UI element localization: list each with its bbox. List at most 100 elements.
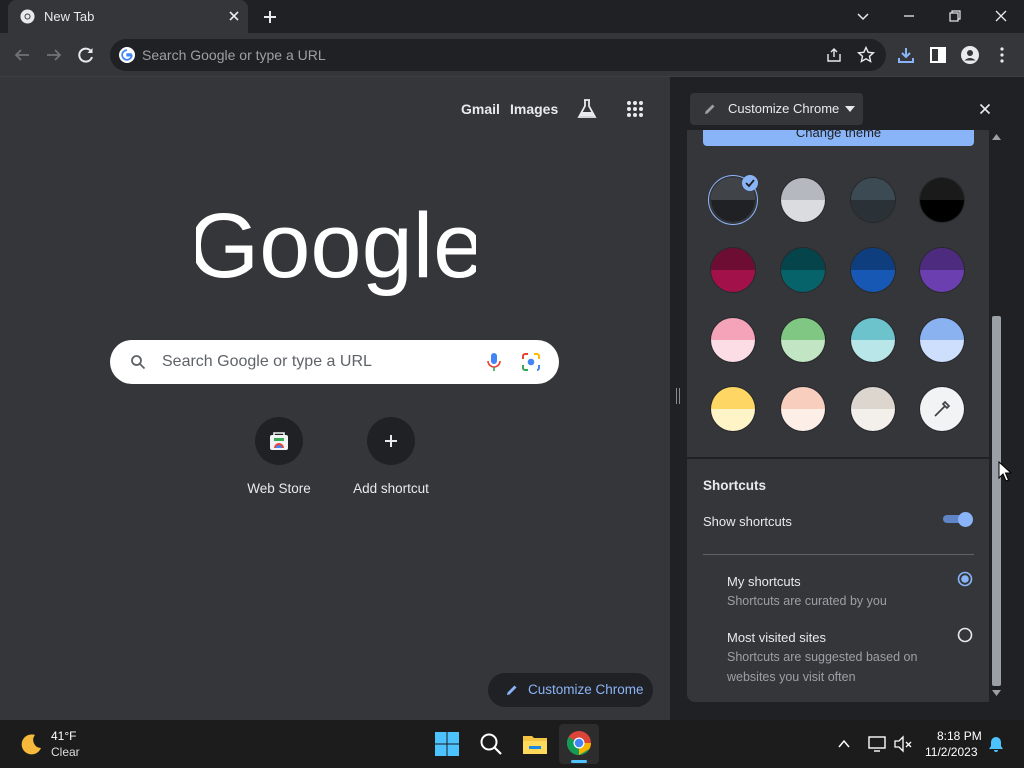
color-swatch-violet[interactable]: [920, 248, 964, 292]
chrome-favicon-icon: [20, 9, 35, 24]
color-swatch-custom-color-picker[interactable]: [920, 387, 964, 431]
omnibox-input[interactable]: [142, 39, 822, 71]
voice-search-mic-icon[interactable]: [484, 351, 504, 373]
section-divider: [703, 554, 974, 555]
weather-temperature[interactable]: 41°F: [51, 729, 76, 743]
most-visited-label: Most visited sites: [727, 630, 826, 645]
clock-time[interactable]: 8:18 PM: [937, 729, 982, 743]
color-swatch-aqua[interactable]: [851, 318, 895, 362]
ntp-search-box[interactable]: [110, 340, 559, 384]
forward-icon[interactable]: [42, 43, 66, 67]
swatch-top-half: [851, 178, 895, 200]
google-g-icon: [119, 47, 135, 63]
close-window-icon[interactable]: [989, 4, 1013, 28]
restore-icon[interactable]: [943, 4, 967, 28]
chrome-taskbar-button[interactable]: [559, 724, 599, 764]
weather-moon-icon[interactable]: [18, 731, 44, 757]
scroll-down-arrow-icon[interactable]: [992, 690, 1001, 696]
tab-title: New Tab: [44, 9, 95, 24]
side-panel-header: Customize Chrome: [687, 88, 1004, 130]
side-panel-title: Customize Chrome: [728, 101, 840, 116]
side-panel-title-dropdown[interactable]: Customize Chrome: [690, 93, 863, 125]
swatch-top-half: [711, 387, 755, 409]
pencil-icon: [507, 685, 517, 695]
network-icon[interactable]: [867, 734, 887, 754]
bookmark-star-icon[interactable]: [856, 45, 876, 65]
color-swatch-navy[interactable]: [851, 248, 895, 292]
omnibox[interactable]: [110, 39, 886, 71]
close-panel-icon[interactable]: [977, 101, 993, 117]
apps-grid-icon[interactable]: [623, 97, 647, 121]
weather-condition[interactable]: Clear: [51, 745, 80, 759]
swatch-bottom-half: [711, 340, 755, 362]
tab-new-tab[interactable]: New Tab: [8, 0, 248, 33]
google-lens-icon[interactable]: [520, 351, 542, 373]
customize-chrome-button[interactable]: Customize Chrome: [488, 673, 653, 707]
color-swatch-yellow[interactable]: [711, 387, 755, 431]
swatch-bottom-half: [781, 409, 825, 431]
tab-search-chevron-icon[interactable]: [851, 4, 875, 28]
windows-start-icon[interactable]: [433, 730, 461, 758]
eyedropper-icon: [934, 400, 951, 417]
swatch-top-half: [711, 318, 755, 340]
shortcut-label: Add shortcut: [353, 481, 429, 496]
close-tab-icon[interactable]: [226, 8, 242, 24]
taskbar-search-icon[interactable]: [477, 730, 505, 758]
color-swatch-light-blue[interactable]: [920, 318, 964, 362]
color-swatch-peach[interactable]: [781, 387, 825, 431]
shortcut-add[interactable]: Add shortcut: [341, 417, 441, 507]
color-swatch-beige[interactable]: [851, 387, 895, 431]
most-visited-radio[interactable]: [957, 627, 973, 643]
my-shortcuts-radio[interactable]: [957, 571, 973, 587]
color-swatch-crimson[interactable]: [711, 248, 755, 292]
section-divider: [687, 457, 990, 459]
shortcut-web-store[interactable]: Web Store: [229, 417, 329, 507]
scrollbar-thumb[interactable]: [992, 316, 1001, 686]
images-link[interactable]: Images: [510, 101, 558, 117]
side-panel-scrollbar[interactable]: [989, 130, 1004, 702]
share-icon[interactable]: [824, 45, 844, 65]
color-swatch-teal[interactable]: [781, 248, 825, 292]
pencil-icon: [705, 104, 715, 114]
menu-kebab-icon[interactable]: [990, 43, 1014, 67]
swatch-bottom-half: [920, 200, 964, 222]
color-swatch-black[interactable]: [920, 178, 964, 222]
volume-muted-icon[interactable]: [893, 734, 913, 754]
clock-date[interactable]: 11/2/2023: [925, 745, 978, 759]
panel-resize-handle[interactable]: [676, 388, 680, 404]
color-swatch-grey[interactable]: [781, 178, 825, 222]
swatch-top-half: [920, 178, 964, 200]
scroll-up-arrow-icon[interactable]: [992, 134, 1001, 140]
windows-taskbar: 41°F Clear 8:18 PM 11/2/2023: [0, 720, 1024, 768]
file-explorer-icon[interactable]: [521, 730, 549, 758]
swatch-bottom-half: [920, 340, 964, 362]
hidden-icons-chevron-icon[interactable]: [836, 736, 852, 752]
color-swatch-cool-grey[interactable]: [851, 178, 895, 222]
swatch-top-half: [920, 318, 964, 340]
reload-icon[interactable]: [74, 43, 98, 67]
swatch-top-half: [851, 248, 895, 270]
labs-flask-icon[interactable]: [575, 97, 599, 121]
new-tab-page: Gmail Images Google Search Google or typ…: [0, 77, 670, 720]
swatch-top-half: [920, 248, 964, 270]
my-shortcuts-label: My shortcuts: [727, 574, 801, 589]
swatch-top-half: [851, 318, 895, 340]
side-panel-icon[interactable]: [926, 43, 950, 67]
swatch-top-half: [781, 318, 825, 340]
profile-icon[interactable]: [958, 43, 982, 67]
gmail-link[interactable]: Gmail: [461, 101, 500, 117]
minimize-icon[interactable]: [897, 4, 921, 28]
chrome-icon: [566, 731, 591, 756]
web-store-tile: [255, 417, 303, 465]
swatch-bottom-half: [851, 340, 895, 362]
color-swatch-green[interactable]: [781, 318, 825, 362]
download-icon[interactable]: [894, 43, 918, 67]
color-swatch-pink[interactable]: [711, 318, 755, 362]
new-tab-icon[interactable]: [258, 5, 282, 29]
ntp-search-input[interactable]: [162, 340, 462, 384]
notification-bell-icon[interactable]: [987, 735, 1005, 753]
change-theme-button[interactable]: Change theme: [703, 130, 974, 146]
show-shortcuts-toggle[interactable]: [943, 512, 973, 527]
back-icon[interactable]: [10, 43, 34, 67]
change-theme-label: Change theme: [795, 130, 882, 140]
